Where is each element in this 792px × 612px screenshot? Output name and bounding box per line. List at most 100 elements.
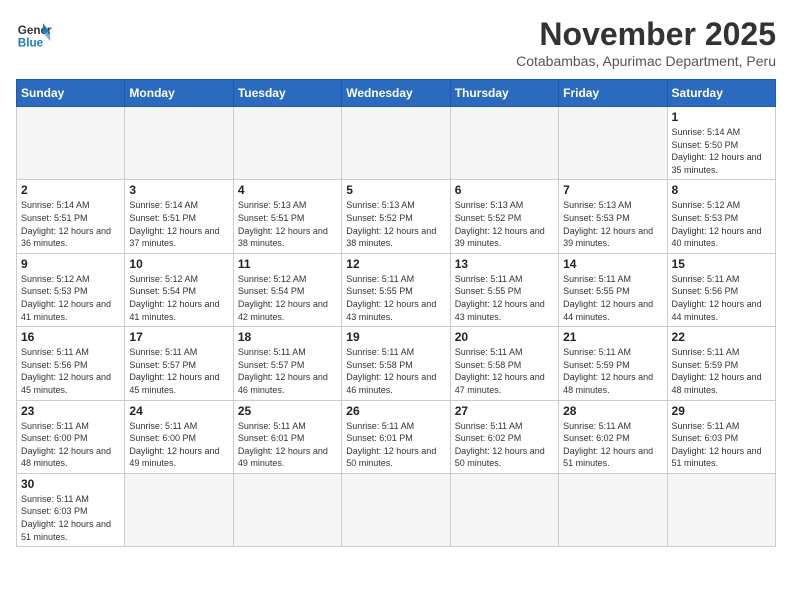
day-number: 3 xyxy=(129,183,228,197)
calendar-cell: 3 Sunrise: 5:14 AM Sunset: 5:51 PM Dayli… xyxy=(125,180,233,253)
header-friday: Friday xyxy=(559,80,667,107)
sunset-label: Sunset: 6:00 PM xyxy=(129,433,196,443)
sunset-label: Sunset: 5:51 PM xyxy=(21,213,88,223)
sunset-label: Sunset: 5:51 PM xyxy=(238,213,305,223)
daylight-label: Daylight: 12 hours and 36 minutes. xyxy=(21,226,111,249)
sunrise-label: Sunrise: 5:13 AM xyxy=(238,200,307,210)
sunset-label: Sunset: 5:59 PM xyxy=(672,360,739,370)
sunrise-label: Sunrise: 5:11 AM xyxy=(672,274,740,284)
sunset-label: Sunset: 5:54 PM xyxy=(129,286,196,296)
calendar-cell: 30 Sunrise: 5:11 AM Sunset: 6:03 PM Dayl… xyxy=(17,473,125,546)
calendar-cell: 18 Sunrise: 5:11 AM Sunset: 5:57 PM Dayl… xyxy=(233,327,341,400)
day-number: 10 xyxy=(129,257,228,271)
day-number: 2 xyxy=(21,183,120,197)
day-info: Sunrise: 5:11 AM Sunset: 6:00 PM Dayligh… xyxy=(129,420,228,470)
sunrise-label: Sunrise: 5:11 AM xyxy=(672,421,740,431)
calendar-cell: 10 Sunrise: 5:12 AM Sunset: 5:54 PM Dayl… xyxy=(125,253,233,326)
day-info: Sunrise: 5:11 AM Sunset: 5:55 PM Dayligh… xyxy=(563,273,662,323)
sunset-label: Sunset: 5:55 PM xyxy=(563,286,630,296)
header-saturday: Saturday xyxy=(667,80,775,107)
daylight-label: Daylight: 12 hours and 40 minutes. xyxy=(672,226,762,249)
day-info: Sunrise: 5:11 AM Sunset: 6:00 PM Dayligh… xyxy=(21,420,120,470)
day-info: Sunrise: 5:13 AM Sunset: 5:51 PM Dayligh… xyxy=(238,199,337,249)
daylight-label: Daylight: 12 hours and 51 minutes. xyxy=(563,446,653,469)
daylight-label: Daylight: 12 hours and 38 minutes. xyxy=(346,226,436,249)
sunrise-label: Sunrise: 5:13 AM xyxy=(563,200,632,210)
calendar-cell xyxy=(559,107,667,180)
sunset-label: Sunset: 5:56 PM xyxy=(672,286,739,296)
daylight-label: Daylight: 12 hours and 39 minutes. xyxy=(455,226,545,249)
daylight-label: Daylight: 12 hours and 51 minutes. xyxy=(21,519,111,542)
calendar-cell: 17 Sunrise: 5:11 AM Sunset: 5:57 PM Dayl… xyxy=(125,327,233,400)
calendar-cell: 4 Sunrise: 5:13 AM Sunset: 5:51 PM Dayli… xyxy=(233,180,341,253)
daylight-label: Daylight: 12 hours and 38 minutes. xyxy=(238,226,328,249)
header-area: General Blue November 2025 Cotabambas, A… xyxy=(16,16,776,69)
sunrise-label: Sunrise: 5:11 AM xyxy=(563,347,631,357)
daylight-label: Daylight: 12 hours and 43 minutes. xyxy=(455,299,545,322)
calendar-cell: 25 Sunrise: 5:11 AM Sunset: 6:01 PM Dayl… xyxy=(233,400,341,473)
day-number: 20 xyxy=(455,330,554,344)
calendar-cell: 14 Sunrise: 5:11 AM Sunset: 5:55 PM Dayl… xyxy=(559,253,667,326)
calendar-cell: 9 Sunrise: 5:12 AM Sunset: 5:53 PM Dayli… xyxy=(17,253,125,326)
day-number: 30 xyxy=(21,477,120,491)
day-info: Sunrise: 5:11 AM Sunset: 6:01 PM Dayligh… xyxy=(238,420,337,470)
calendar-cell: 7 Sunrise: 5:13 AM Sunset: 5:53 PM Dayli… xyxy=(559,180,667,253)
calendar-cell: 15 Sunrise: 5:11 AM Sunset: 5:56 PM Dayl… xyxy=(667,253,775,326)
sunrise-label: Sunrise: 5:11 AM xyxy=(455,347,523,357)
sunrise-label: Sunrise: 5:12 AM xyxy=(672,200,741,210)
calendar-cell: 6 Sunrise: 5:13 AM Sunset: 5:52 PM Dayli… xyxy=(450,180,558,253)
sunrise-label: Sunrise: 5:11 AM xyxy=(563,274,631,284)
day-number: 22 xyxy=(672,330,771,344)
daylight-label: Daylight: 12 hours and 50 minutes. xyxy=(455,446,545,469)
day-info: Sunrise: 5:13 AM Sunset: 5:53 PM Dayligh… xyxy=(563,199,662,249)
day-info: Sunrise: 5:14 AM Sunset: 5:51 PM Dayligh… xyxy=(129,199,228,249)
daylight-label: Daylight: 12 hours and 48 minutes. xyxy=(21,446,111,469)
day-number: 14 xyxy=(563,257,662,271)
sunset-label: Sunset: 5:57 PM xyxy=(238,360,305,370)
daylight-label: Daylight: 12 hours and 44 minutes. xyxy=(563,299,653,322)
header-wednesday: Wednesday xyxy=(342,80,450,107)
daylight-label: Daylight: 12 hours and 46 minutes. xyxy=(238,372,328,395)
sunset-label: Sunset: 5:50 PM xyxy=(672,140,739,150)
sunset-label: Sunset: 5:55 PM xyxy=(346,286,413,296)
day-info: Sunrise: 5:11 AM Sunset: 5:57 PM Dayligh… xyxy=(129,346,228,396)
header-thursday: Thursday xyxy=(450,80,558,107)
calendar-cell: 12 Sunrise: 5:11 AM Sunset: 5:55 PM Dayl… xyxy=(342,253,450,326)
daylight-label: Daylight: 12 hours and 41 minutes. xyxy=(21,299,111,322)
daylight-label: Daylight: 12 hours and 42 minutes. xyxy=(238,299,328,322)
sunrise-label: Sunrise: 5:11 AM xyxy=(238,347,306,357)
sunrise-label: Sunrise: 5:11 AM xyxy=(455,421,523,431)
sunrise-label: Sunrise: 5:11 AM xyxy=(129,347,197,357)
calendar-cell xyxy=(450,107,558,180)
day-number: 19 xyxy=(346,330,445,344)
sunset-label: Sunset: 6:01 PM xyxy=(346,433,413,443)
day-info: Sunrise: 5:12 AM Sunset: 5:53 PM Dayligh… xyxy=(672,199,771,249)
day-number: 4 xyxy=(238,183,337,197)
day-number: 18 xyxy=(238,330,337,344)
day-info: Sunrise: 5:12 AM Sunset: 5:54 PM Dayligh… xyxy=(129,273,228,323)
calendar-row: 2 Sunrise: 5:14 AM Sunset: 5:51 PM Dayli… xyxy=(17,180,776,253)
sunset-label: Sunset: 5:55 PM xyxy=(455,286,522,296)
daylight-label: Daylight: 12 hours and 45 minutes. xyxy=(21,372,111,395)
sunset-label: Sunset: 5:59 PM xyxy=(563,360,630,370)
calendar-cell: 2 Sunrise: 5:14 AM Sunset: 5:51 PM Dayli… xyxy=(17,180,125,253)
logo-icon: General Blue xyxy=(16,16,52,52)
sunset-label: Sunset: 6:01 PM xyxy=(238,433,305,443)
calendar-cell xyxy=(342,107,450,180)
sunrise-label: Sunrise: 5:13 AM xyxy=(346,200,415,210)
logo: General Blue xyxy=(16,16,52,52)
calendar-cell: 29 Sunrise: 5:11 AM Sunset: 6:03 PM Dayl… xyxy=(667,400,775,473)
sunrise-label: Sunrise: 5:12 AM xyxy=(129,274,198,284)
day-info: Sunrise: 5:11 AM Sunset: 5:57 PM Dayligh… xyxy=(238,346,337,396)
subtitle: Cotabambas, Apurimac Department, Peru xyxy=(516,53,776,69)
daylight-label: Daylight: 12 hours and 46 minutes. xyxy=(346,372,436,395)
calendar-cell xyxy=(125,107,233,180)
day-number: 5 xyxy=(346,183,445,197)
calendar-row: 23 Sunrise: 5:11 AM Sunset: 6:00 PM Dayl… xyxy=(17,400,776,473)
sunrise-label: Sunrise: 5:14 AM xyxy=(129,200,198,210)
sunset-label: Sunset: 5:53 PM xyxy=(21,286,88,296)
sunrise-label: Sunrise: 5:14 AM xyxy=(672,127,741,137)
calendar-cell: 11 Sunrise: 5:12 AM Sunset: 5:54 PM Dayl… xyxy=(233,253,341,326)
calendar-cell: 27 Sunrise: 5:11 AM Sunset: 6:02 PM Dayl… xyxy=(450,400,558,473)
calendar-cell: 20 Sunrise: 5:11 AM Sunset: 5:58 PM Dayl… xyxy=(450,327,558,400)
